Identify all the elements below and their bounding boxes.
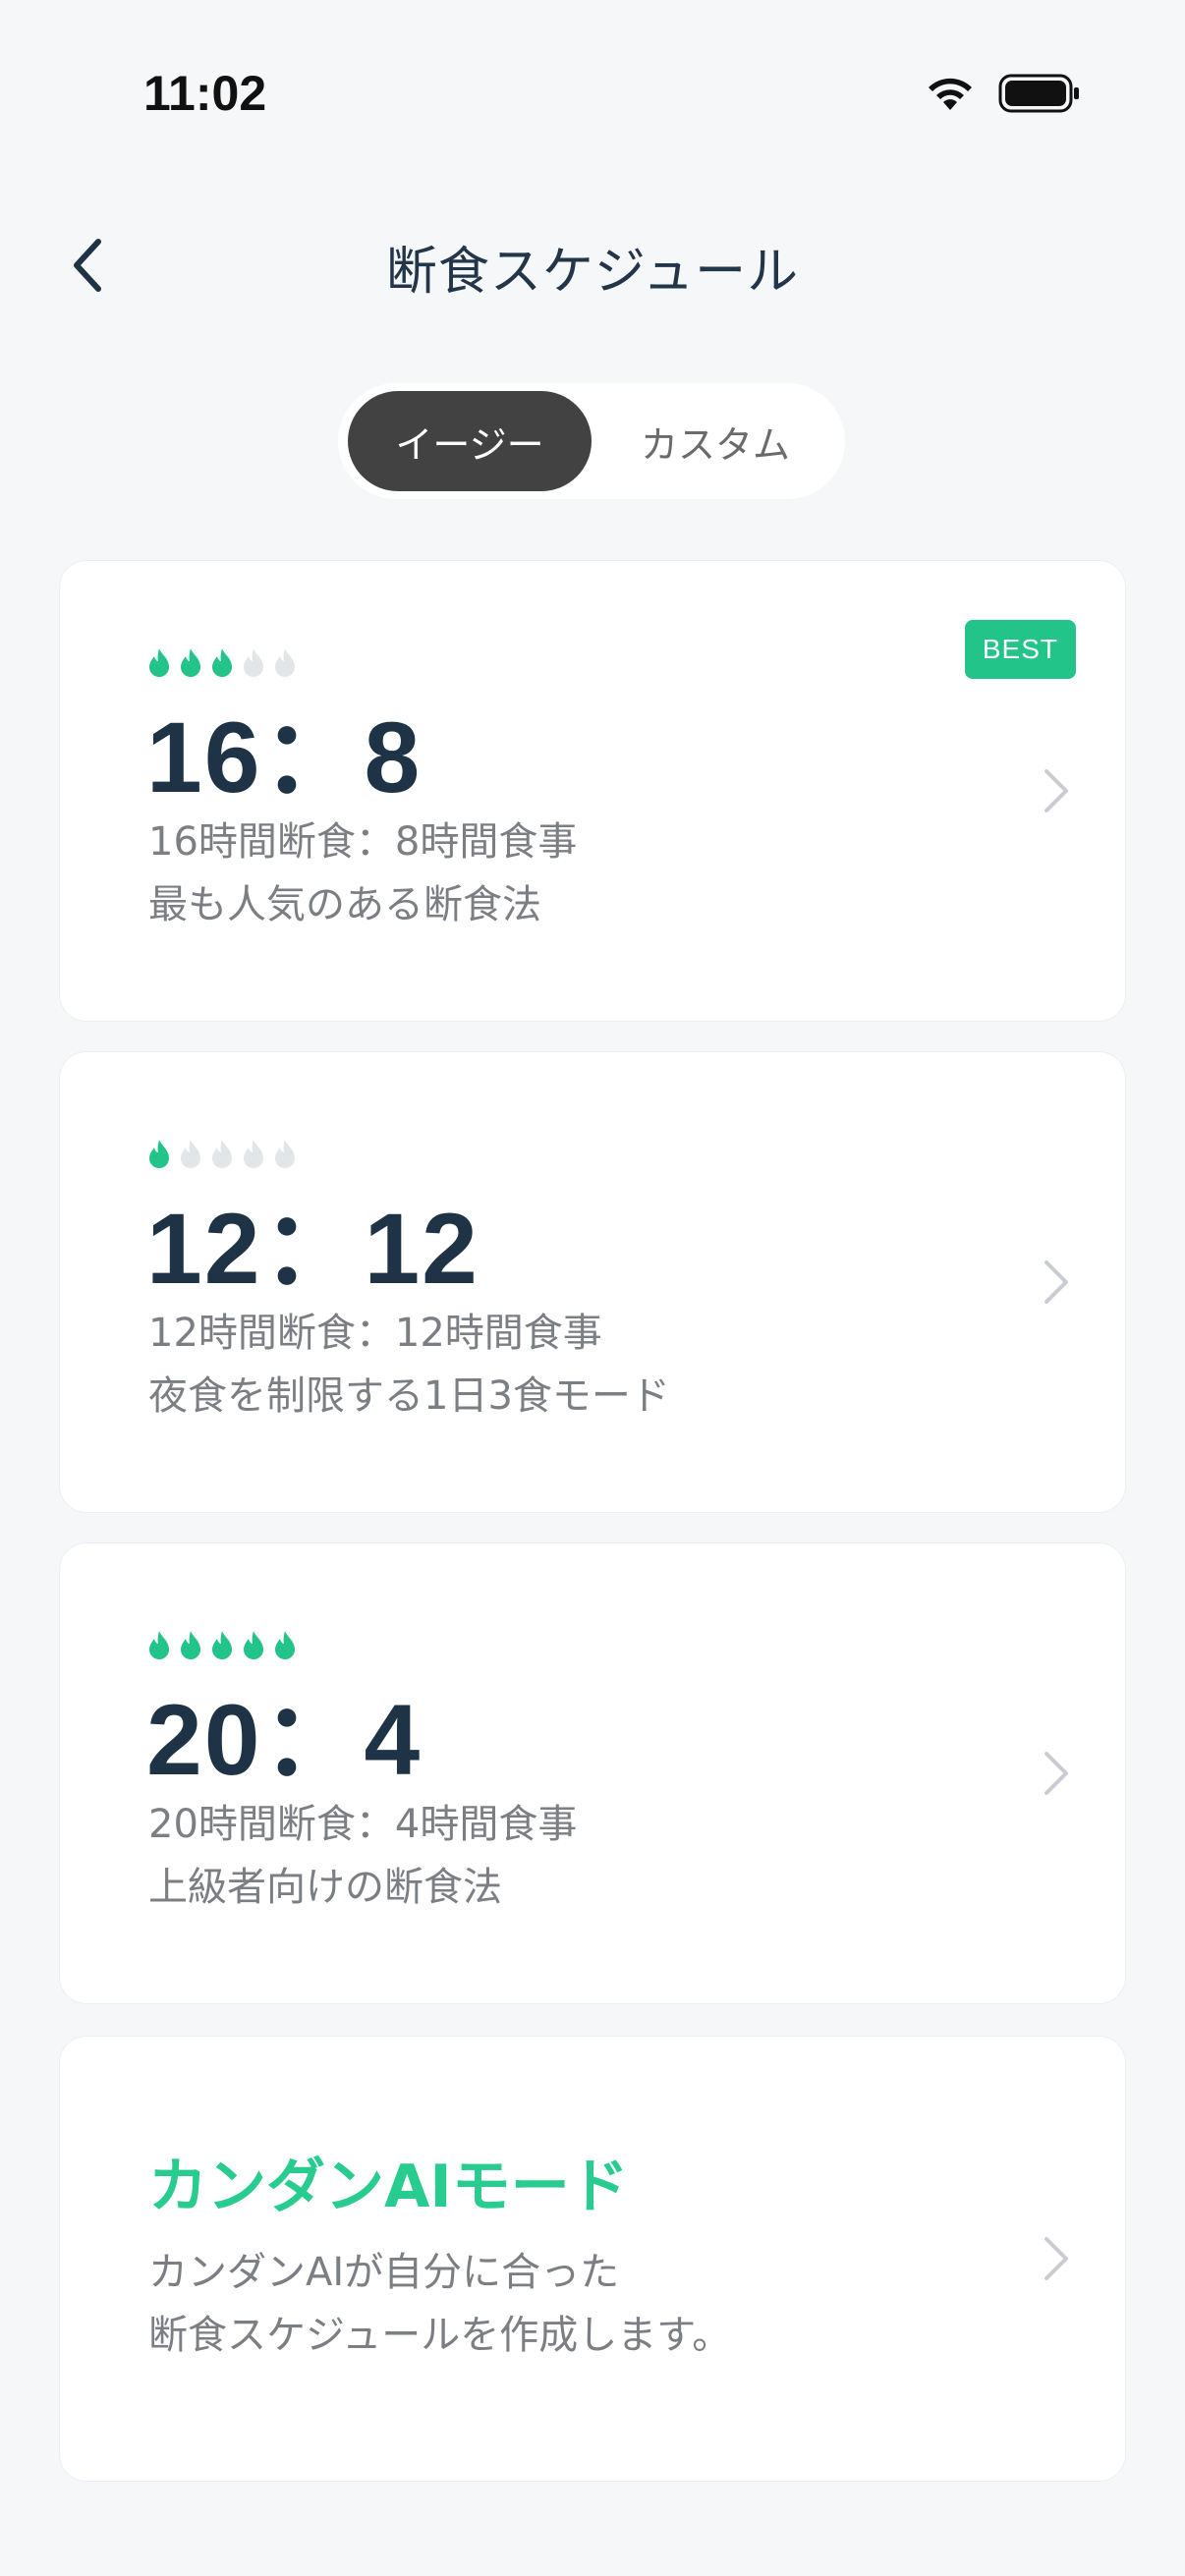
difficulty-rating	[146, 647, 298, 679]
flame-icon-active	[275, 1631, 295, 1659]
tab-custom[interactable]: カスタム	[595, 391, 835, 491]
chevron-right-icon	[1044, 1752, 1068, 1795]
page-title: 断食スケジュール	[385, 243, 800, 302]
battery-icon	[998, 74, 1079, 113]
plan-description: 16時間断食：8時間食事 最も人気のある断食法	[148, 811, 577, 936]
status-time: 11:02	[143, 66, 267, 121]
ai-mode-description: カンダンAIが自分に合った 断食スケジュールを作成します。	[148, 2241, 731, 2367]
plan-description-line2: 最も人気のある断食法	[148, 882, 541, 927]
plan-ratio: 20：4	[146, 1684, 423, 1796]
flame-icon-active	[244, 1631, 263, 1659]
flame-icon-inactive	[244, 648, 263, 677]
segmented-control: イージー カスタム	[338, 383, 845, 499]
ai-mode-title: カンダンAIモード	[148, 2153, 629, 2221]
chevron-right-icon	[1044, 769, 1068, 812]
plan-description-line2: 上級者向けの断食法	[148, 1865, 502, 1910]
difficulty-rating	[146, 1139, 298, 1170]
flame-icon-active	[149, 1631, 169, 1659]
plan-ratio: 16：8	[146, 701, 423, 813]
flame-icon-active	[181, 1631, 200, 1659]
difficulty-rating	[146, 1630, 298, 1661]
tab-easy[interactable]: イージー	[348, 391, 592, 491]
plan-card-12-12[interactable]: 12：12 12時間断食：12時間食事 夜食を制限する1日3食モード	[59, 1051, 1126, 1513]
flame-icon-active	[212, 1631, 232, 1659]
plan-description-line2: 夜食を制限する1日3食モード	[148, 1373, 670, 1419]
plan-ratio: 12：12	[146, 1193, 480, 1305]
plan-card-16-8[interactable]: 16：8 16時間断食：8時間食事 最も人気のある断食法 BEST	[59, 560, 1126, 1022]
ai-mode-card[interactable]: カンダンAIモード カンダンAIが自分に合った 断食スケジュールを作成します。	[59, 2036, 1126, 2482]
flame-icon-inactive	[212, 1140, 232, 1168]
chevron-right-icon	[1044, 1260, 1068, 1304]
plan-card-20-4[interactable]: 20：4 20時間断食：4時間食事 上級者向けの断食法	[59, 1542, 1126, 2004]
best-badge: BEST	[964, 620, 1076, 679]
flame-icon-active	[149, 648, 169, 677]
plan-description-line1: 16時間断食：8時間食事	[148, 819, 578, 865]
nav-bar: 断食スケジュール	[0, 216, 1185, 314]
flame-icon-inactive	[181, 1140, 200, 1168]
plan-description-line1: 12時間断食：12時間食事	[148, 1311, 602, 1356]
plan-description: 12時間断食：12時間食事 夜食を制限する1日3食モード	[148, 1302, 670, 1428]
flame-icon-active	[212, 648, 232, 677]
flame-icon-inactive	[275, 648, 295, 677]
ai-mode-description-line2: 断食スケジュールを作成します。	[148, 2313, 732, 2358]
wifi-icon	[929, 78, 972, 110]
flame-icon-inactive	[244, 1140, 263, 1168]
flame-icon-inactive	[275, 1140, 295, 1168]
chevron-right-icon	[1044, 2237, 1068, 2280]
flame-icon-active	[181, 648, 200, 677]
plan-description: 20時間断食：4時間食事 上級者向けの断食法	[148, 1793, 577, 1919]
ai-mode-description-line1: カンダンAIが自分に合った	[148, 2250, 620, 2295]
plan-description-line1: 20時間断食：4時間食事	[148, 1802, 578, 1847]
status-bar: 11:02	[0, 0, 1185, 187]
flame-icon-active	[149, 1140, 169, 1168]
